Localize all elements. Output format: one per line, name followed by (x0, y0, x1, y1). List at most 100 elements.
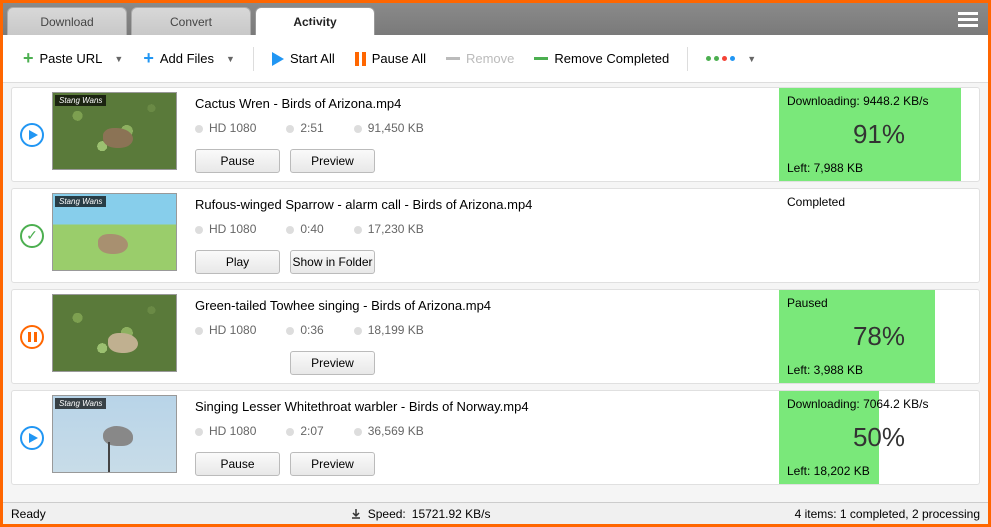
app-window: Download Convert Activity + Paste URL ▼ … (3, 3, 988, 524)
pause-circle-icon[interactable] (20, 325, 44, 349)
header-bar: Download Convert Activity (3, 3, 988, 35)
pause-button[interactable]: Pause (195, 452, 280, 476)
left: Left: 7,988 KB (787, 161, 971, 175)
statusbar: Ready Speed: 15721.92 KB/s 4 items: 1 co… (3, 502, 988, 524)
item-body: Rufous-winged Sparrow - alarm call - Bir… (185, 189, 779, 282)
item-state-icon (12, 391, 52, 484)
play-circle-icon[interactable] (20, 426, 44, 450)
list-item[interactable]: Stang Wans Cactus Wren - Birds of Arizon… (11, 87, 980, 182)
minus-icon (534, 57, 548, 60)
thumbnail[interactable]: Stang Wans (52, 92, 177, 170)
download-icon (350, 508, 362, 520)
download-list: Stang Wans Cactus Wren - Birds of Arizon… (3, 83, 988, 502)
toolbar: + Paste URL ▼ + Add Files ▼ Start All Pa… (3, 35, 988, 83)
quality: HD 1080 (209, 121, 256, 135)
remove-completed-label: Remove Completed (554, 51, 669, 66)
status-label: Downloading: (787, 397, 860, 411)
add-files-button[interactable]: + Add Files ▼ (135, 44, 243, 73)
plus-icon: + (23, 48, 34, 69)
thumb-tag: Stang Wans (55, 398, 106, 409)
size: 17,230 KB (368, 222, 424, 236)
thumb-tag: Stang Wans (55, 95, 106, 106)
separator (687, 47, 688, 71)
size: 18,199 KB (368, 323, 424, 337)
percent: 50% (787, 411, 971, 464)
start-all-button[interactable]: Start All (264, 47, 343, 70)
thumb-tag: Stang Wans (55, 196, 106, 207)
dots-icon (706, 56, 735, 61)
show-in-folder-button[interactable]: Show in Folder (290, 250, 375, 274)
item-title: Cactus Wren - Birds of Arizona.mp4 (195, 96, 769, 111)
status-summary: 4 items: 1 completed, 2 processing (795, 507, 980, 521)
list-item[interactable]: ✓ Stang Wans Rufous-winged Sparrow - ala… (11, 188, 980, 283)
start-all-label: Start All (290, 51, 335, 66)
play-circle-icon[interactable] (20, 123, 44, 147)
pause-all-button[interactable]: Pause All (347, 47, 434, 70)
item-meta: HD 1080 0:36 18,199 KB (195, 323, 769, 337)
item-title: Green-tailed Towhee singing - Birds of A… (195, 298, 769, 313)
duration: 2:07 (300, 424, 323, 438)
list-item[interactable]: Stang Wans Singing Lesser Whitethroat wa… (11, 390, 980, 485)
play-button[interactable]: Play (195, 250, 280, 274)
duration: 0:40 (300, 222, 323, 236)
item-meta: HD 1080 2:07 36,569 KB (195, 424, 769, 438)
play-icon (272, 52, 284, 66)
tab-activity[interactable]: Activity (255, 7, 375, 35)
minus-icon (446, 57, 460, 60)
paste-url-label: Paste URL (40, 51, 103, 66)
percent: 91% (787, 108, 971, 161)
left: Left: 18,202 KB (787, 464, 971, 478)
thumbnail[interactable]: Stang Wans (52, 395, 177, 473)
item-meta: HD 1080 2:51 91,450 KB (195, 121, 769, 135)
speed-value: 15721.92 KB/s (412, 507, 491, 521)
pause-icon (355, 52, 366, 66)
pause-button[interactable]: Pause (195, 149, 280, 173)
percent: 78% (787, 310, 971, 363)
chevron-down-icon[interactable]: ▼ (226, 54, 235, 64)
quality: HD 1080 (209, 323, 256, 337)
preview-button[interactable]: Preview (290, 149, 375, 173)
size: 91,450 KB (368, 121, 424, 135)
thumbnail[interactable]: Stang Wans (52, 193, 177, 271)
item-status: Completed (779, 189, 979, 282)
duration: 2:51 (300, 121, 323, 135)
chevron-down-icon[interactable]: ▼ (747, 54, 756, 64)
options-button[interactable]: ▼ (698, 50, 764, 68)
chevron-down-icon[interactable]: ▼ (114, 54, 123, 64)
quality: HD 1080 (209, 222, 256, 236)
item-body: Cactus Wren - Birds of Arizona.mp4 HD 10… (185, 88, 779, 181)
plus-icon: + (143, 48, 154, 69)
remove-button[interactable]: Remove (438, 47, 522, 70)
add-files-label: Add Files (160, 51, 214, 66)
separator (253, 47, 254, 71)
item-state-icon: ✓ (12, 189, 52, 282)
tab-convert[interactable]: Convert (131, 7, 251, 35)
paste-url-button[interactable]: + Paste URL ▼ (15, 44, 131, 73)
left: Left: 3,988 KB (787, 363, 971, 377)
duration: 0:36 (300, 323, 323, 337)
item-meta: HD 1080 0:40 17,230 KB (195, 222, 769, 236)
item-status: Paused 78% Left: 3,988 KB (779, 290, 979, 383)
pause-all-label: Pause All (372, 51, 426, 66)
tab-download[interactable]: Download (7, 7, 127, 35)
list-item[interactable]: Green-tailed Towhee singing - Birds of A… (11, 289, 980, 384)
remove-completed-button[interactable]: Remove Completed (526, 47, 677, 70)
item-status: Downloading: 7064.2 KB/s 50% Left: 18,20… (779, 391, 979, 484)
item-body: Green-tailed Towhee singing - Birds of A… (185, 290, 779, 383)
status-label: Paused (787, 296, 971, 310)
menu-icon[interactable] (958, 9, 978, 30)
item-state-icon (12, 88, 52, 181)
thumbnail[interactable] (52, 294, 177, 372)
status-label: Completed (787, 195, 971, 209)
status-ready: Ready (11, 507, 46, 521)
item-state-icon (12, 290, 52, 383)
speed: 7064.2 KB/s (863, 397, 928, 411)
check-circle-icon[interactable]: ✓ (20, 224, 44, 248)
quality: HD 1080 (209, 424, 256, 438)
item-title: Singing Lesser Whitethroat warbler - Bir… (195, 399, 769, 414)
preview-button[interactable]: Preview (290, 452, 375, 476)
speed-label: Speed: (368, 507, 406, 521)
item-body: Singing Lesser Whitethroat warbler - Bir… (185, 391, 779, 484)
preview-button[interactable]: Preview (290, 351, 375, 375)
size: 36,569 KB (368, 424, 424, 438)
